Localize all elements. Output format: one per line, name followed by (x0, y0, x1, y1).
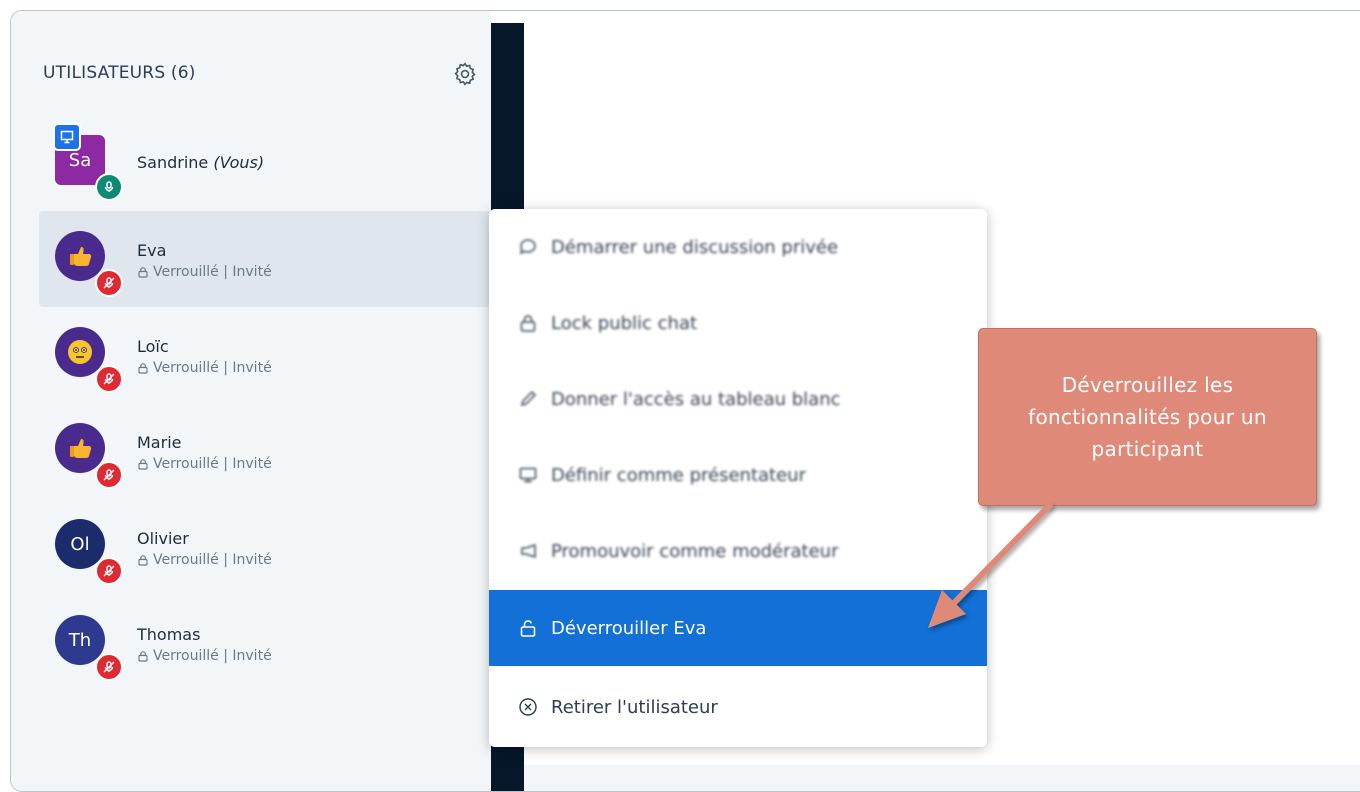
app-window: UTILISATEURS (6) Sa Sandrine (Vous) Eva … (10, 10, 1360, 792)
menu-item-lock-public-chat[interactable]: Lock public chat (489, 285, 987, 361)
annotation-callout: Déverrouillez les fonctionnalités pour u… (978, 328, 1317, 506)
gear-icon[interactable] (452, 61, 478, 87)
lock-icon (138, 363, 148, 374)
users-title: UTILISATEURS (6) (43, 63, 196, 83)
menu-item-remove-user[interactable]: Retirer l'utilisateur (489, 669, 987, 745)
menu-item-unlock-eva[interactable]: Déverrouiller Eva (489, 590, 987, 666)
user-item-thomas[interactable]: Th Thomas Verrouillé | Invité (39, 595, 491, 691)
menu-item-private-chat[interactable]: Démarrer une discussion privée (489, 209, 987, 285)
user-name: Thomas (137, 625, 201, 644)
thumbs-up-icon (70, 247, 92, 266)
user-status: Verrouillé | Invité (137, 552, 272, 568)
unlock-icon (517, 617, 539, 639)
pencil-icon (517, 388, 539, 410)
presenter-icon (53, 123, 81, 151)
confused-face-icon (68, 340, 92, 364)
lock-icon (138, 267, 148, 278)
user-status: Verrouillé | Invité (137, 456, 272, 472)
menu-item-whiteboard-access[interactable]: Donner l'accès au tableau blanc (489, 361, 987, 437)
user-name: Loïc (137, 337, 169, 356)
user-name: Eva (137, 241, 167, 260)
megaphone-icon (517, 540, 539, 562)
presentation-icon (517, 464, 539, 486)
user-item-loic[interactable]: Loïc Verrouillé | Invité (39, 307, 491, 403)
muted-microphone-icon (95, 269, 123, 297)
user-item-olivier[interactable]: Ol Olivier Verrouillé | Invité (39, 499, 491, 595)
user-item-marie[interactable]: Marie Verrouillé | Invité (39, 403, 491, 499)
user-status: Verrouillé | Invité (137, 648, 272, 664)
muted-microphone-icon (95, 365, 123, 393)
muted-microphone-icon (95, 653, 123, 681)
lock-icon (138, 555, 148, 566)
lock-icon (517, 312, 539, 334)
menu-item-promote-moderator[interactable]: Promouvoir comme modérateur (489, 513, 987, 589)
user-name: Marie (137, 433, 182, 452)
thumbs-up-icon (70, 439, 92, 458)
close-circle-icon (517, 696, 539, 718)
lock-icon (138, 651, 148, 662)
main-footer-strip (524, 765, 1360, 791)
microphone-icon (95, 173, 123, 201)
user-name: Sandrine (Vous) (137, 153, 265, 172)
menu-item-make-presenter[interactable]: Définir comme présentateur (489, 437, 987, 513)
chat-bubble-icon (517, 236, 539, 258)
users-sidebar: UTILISATEURS (6) Sa Sandrine (Vous) Eva … (11, 11, 491, 791)
muted-microphone-icon (95, 557, 123, 585)
muted-microphone-icon (95, 461, 123, 489)
user-item-sandrine[interactable]: Sa Sandrine (Vous) (39, 115, 491, 211)
lock-icon (138, 459, 148, 470)
user-item-eva[interactable]: Eva Verrouillé | Invité (39, 211, 491, 307)
user-status: Verrouillé | Invité (137, 264, 272, 280)
user-status: Verrouillé | Invité (137, 360, 272, 376)
user-name: Olivier (137, 529, 189, 548)
user-context-menu: Démarrer une discussion privée Lock publ… (489, 209, 987, 747)
